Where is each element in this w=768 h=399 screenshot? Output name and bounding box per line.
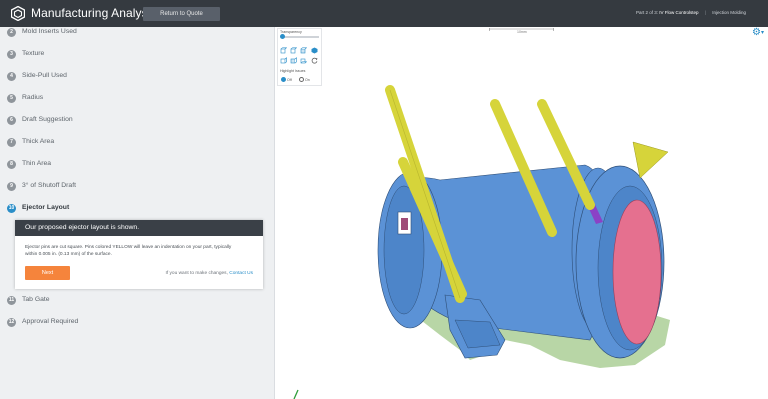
step-label: Side-Pull Used <box>22 72 67 79</box>
step-label: Texture <box>22 50 45 57</box>
step-number: 8 <box>7 160 16 169</box>
view-cube-icon[interactable] <box>300 57 307 64</box>
view-cube-icon[interactable] <box>280 57 287 64</box>
step-number: 2 <box>7 28 16 37</box>
step-draft-suggestion[interactable]: 6 Draft Suggestion <box>0 110 275 132</box>
help-text: If you want to make changes, Contact Us <box>166 271 253 276</box>
settings-gear-icon[interactable]: ⚙▾ <box>752 28 764 38</box>
step-mold-inserts-used[interactable]: 2 Mold Inserts Used <box>0 22 275 44</box>
step-tab-gate[interactable]: 11 Tab Gate <box>0 290 275 312</box>
transparency-slider-thumb[interactable] <box>280 34 285 39</box>
view-tool-panel: Transparency Highlight Issues Off On <box>277 28 322 86</box>
step-number: 11 <box>7 296 16 305</box>
part-info: Part 2 of 3: IV Flow Controlstep | Injec… <box>636 10 746 15</box>
highlight-on-label: On <box>305 77 310 82</box>
step-label: Approval Required <box>22 318 79 325</box>
help-prefix: If you want to make changes, <box>165 271 228 276</box>
step-label: Thick Area <box>22 138 55 145</box>
step-number: 6 <box>7 116 16 125</box>
step-label: Draft Suggestion <box>22 116 73 123</box>
panel-heading: Our proposed ejector layout is shown. <box>15 220 263 236</box>
app-title: Manufacturing Analysis <box>31 6 157 20</box>
view-cube-icon[interactable] <box>300 47 307 54</box>
step-number: 5 <box>7 94 16 103</box>
part-model[interactable] <box>276 27 768 399</box>
scale-label: 10mm <box>517 30 527 34</box>
return-to-quote-button[interactable]: Return to Quote <box>143 7 220 21</box>
separator: | <box>704 10 706 15</box>
transparency-slider[interactable] <box>281 36 319 38</box>
step-number: 10 <box>7 204 16 213</box>
step-texture[interactable]: 3 Texture <box>0 44 275 66</box>
step-label: Radius <box>22 94 44 101</box>
view-cube-icon[interactable] <box>290 57 297 64</box>
step-number: 9 <box>7 182 16 191</box>
step-number: 3 <box>7 50 16 59</box>
next-button[interactable]: Next <box>25 266 70 280</box>
ejector-layout-panel: Our proposed ejector layout is shown. Ej… <box>15 220 263 289</box>
step-label: Mold Inserts Used <box>22 28 77 35</box>
view-cube-icon[interactable] <box>280 47 287 54</box>
step-label: Ejector Layout <box>22 204 70 211</box>
step-label: 3° of Shutoff Draft <box>22 182 76 189</box>
highlight-off-label: Off <box>287 77 292 82</box>
step-label: Thin Area <box>22 160 52 167</box>
step-label: Tab Gate <box>22 296 50 303</box>
manufacturing-logo-icon <box>11 6 25 21</box>
rotate-reset-icon[interactable] <box>311 57 318 64</box>
view-cube-icon[interactable] <box>311 47 318 54</box>
step-approval-required[interactable]: 12 Approval Required <box>0 312 275 334</box>
step-thin-area[interactable]: 8 Thin Area <box>0 154 275 176</box>
step-sidebar: 2 Mold Inserts Used 3 Texture 4 Side-Pul… <box>0 27 275 399</box>
contact-us-link[interactable]: Contact Us <box>229 271 253 276</box>
step-number: 12 <box>7 318 16 327</box>
step-radius[interactable]: 5 Radius <box>0 88 275 110</box>
process-name: Injection Molding <box>712 10 746 15</box>
step-shutoff-draft[interactable]: 9 3° of Shutoff Draft <box>0 176 275 198</box>
step-side-pull-used[interactable]: 4 Side-Pull Used <box>0 66 275 88</box>
step-thick-area[interactable]: 7 Thick Area <box>0 132 275 154</box>
panel-description: Ejector pins are cut square. Pins colore… <box>25 245 232 257</box>
highlight-on-radio[interactable] <box>299 77 304 82</box>
part-name: IV Flow Controlstep <box>659 10 699 15</box>
scale-bar: 10mm <box>489 28 554 34</box>
highlight-off-radio[interactable] <box>281 77 286 82</box>
step-ejector-layout[interactable]: 10 Ejector Layout <box>0 198 275 220</box>
step-number: 7 <box>7 138 16 147</box>
part-step: Part 2 of 3: <box>635 10 658 15</box>
step-number: 4 <box>7 72 16 81</box>
highlight-issues-label: Highlight Issues <box>280 69 306 73</box>
view-cube-icon[interactable] <box>290 47 297 54</box>
